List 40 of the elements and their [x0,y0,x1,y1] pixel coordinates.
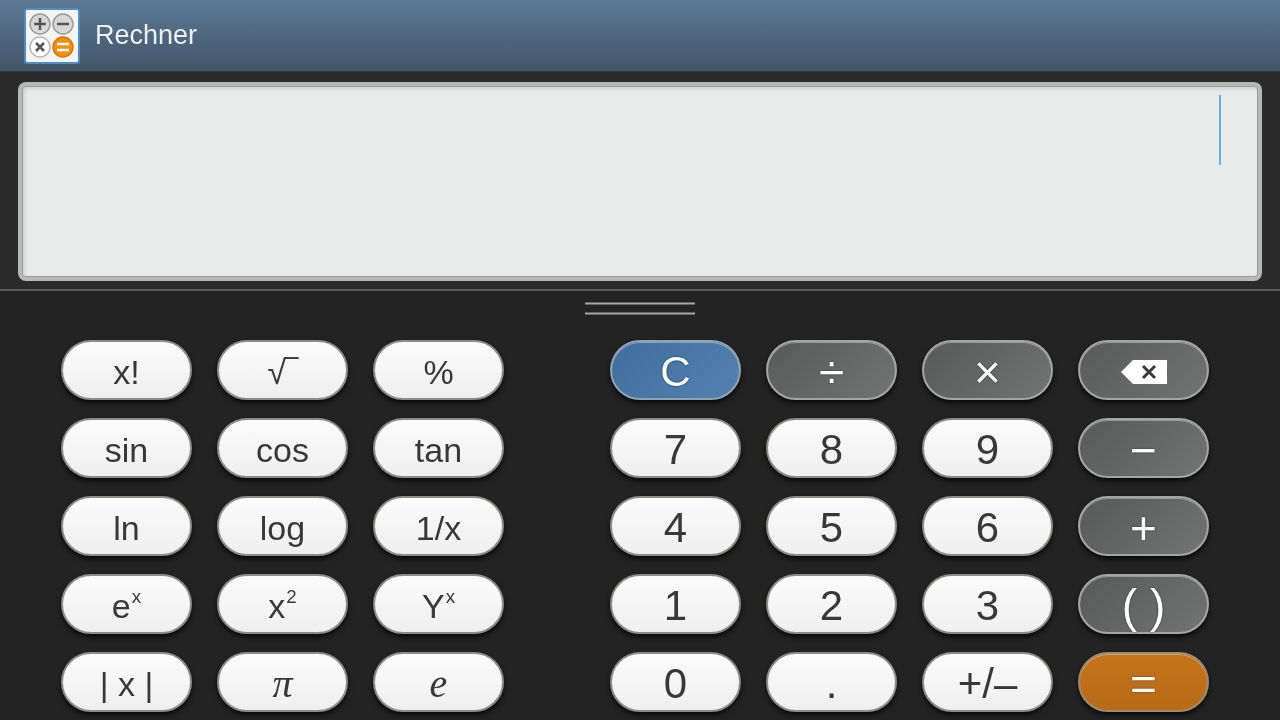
digit-key[interactable]: 0 [610,652,741,712]
function-key[interactable]: sin [61,418,192,478]
digit-key[interactable]: . [766,652,897,712]
digit-key[interactable]: 7 [610,418,741,478]
function-key[interactable]: x! [61,340,192,400]
function-key[interactable]: log [217,496,348,556]
digit-key[interactable]: 1 [610,574,741,634]
backspace-key[interactable] [1078,340,1209,400]
digit-key[interactable]: 5 [766,496,897,556]
function-key[interactable]: e$^{x}$ [61,574,192,634]
function-key[interactable]: cos [217,418,348,478]
operator-key[interactable]: ( ) [1078,574,1209,634]
calculator-app-icon [24,7,80,64]
operator-key[interactable]: ÷ [766,340,897,400]
function-key[interactable]: ln [61,496,192,556]
window-title: Rechner [95,20,198,51]
function-key[interactable]: tan [373,418,504,478]
clear-key[interactable]: C [610,340,741,400]
constant-key[interactable]: π [217,652,348,712]
operator-key[interactable]: + [1078,496,1209,556]
function-key[interactable]: | x | [61,652,192,712]
function-key[interactable]: % [373,340,504,400]
operator-key[interactable]: − [1078,418,1209,478]
drag-handle-icon[interactable] [585,302,695,315]
function-key[interactable]: 1/x [373,496,504,556]
equals-key[interactable]: = [1078,652,1209,712]
digit-key[interactable]: 2 [766,574,897,634]
function-key[interactable]: x$^{2}$ [217,574,348,634]
backspace-icon [1120,359,1167,384]
operator-key[interactable]: × [922,340,1053,400]
digit-key[interactable]: 9 [922,418,1053,478]
digit-key[interactable]: 3 [922,574,1053,634]
digit-key[interactable]: 6 [922,496,1053,556]
digit-key[interactable]: 8 [766,418,897,478]
display-field[interactable] [18,82,1262,281]
digit-key[interactable]: 4 [610,496,741,556]
function-key[interactable]: Y$^{x}$ [373,574,504,634]
constant-key[interactable]: e [373,652,504,712]
function-key[interactable]: √‾ [217,340,348,400]
digit-key[interactable]: +/– [922,652,1053,712]
